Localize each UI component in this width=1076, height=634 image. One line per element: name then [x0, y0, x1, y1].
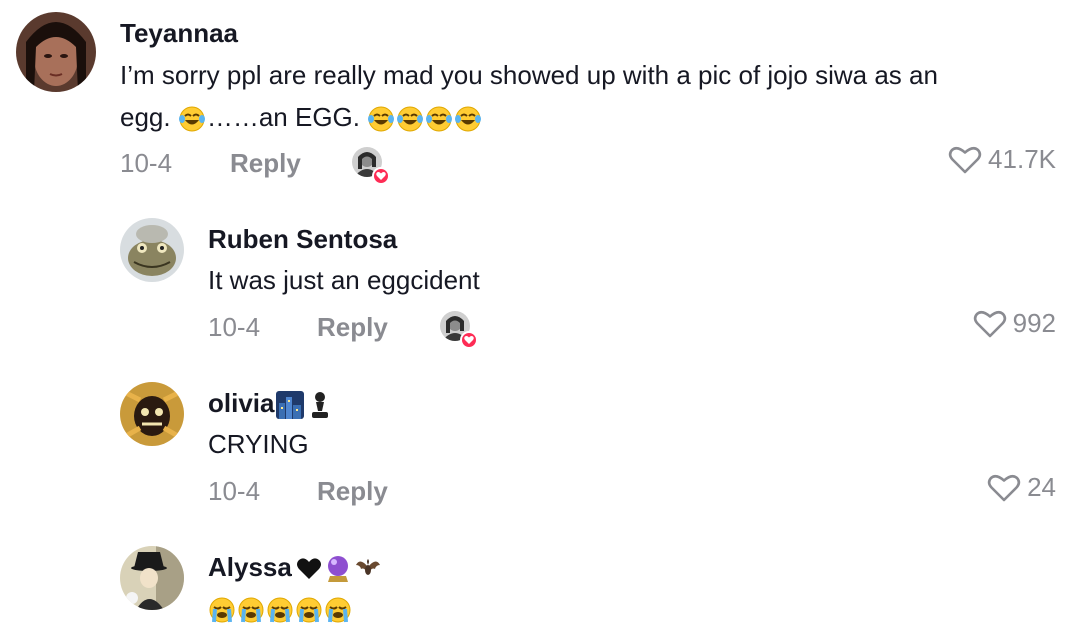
reply-button[interactable]: Reply	[317, 312, 388, 343]
bat-icon	[354, 555, 382, 583]
reply-button[interactable]: Reply	[230, 148, 301, 179]
heart-badge-icon	[460, 331, 478, 349]
avatar[interactable]	[120, 382, 184, 446]
like-count: 24	[1027, 472, 1056, 502]
avatar[interactable]	[16, 12, 96, 92]
comment-date: 10-4	[120, 148, 173, 178]
face-with-tears-of-joy-icon	[454, 105, 482, 133]
comment-text-line: egg. ……an EGG.	[120, 96, 483, 138]
creator-liked-badge	[352, 147, 390, 185]
like-button[interactable]: 992	[973, 308, 1056, 339]
face-with-tears-of-joy-icon	[396, 105, 424, 133]
chess-pawn-icon	[309, 391, 331, 419]
avatar[interactable]	[120, 218, 184, 282]
heart-outline-icon	[948, 146, 982, 173]
loudly-crying-face-icon	[208, 596, 236, 624]
creator-liked-badge	[440, 311, 478, 349]
comment-username-text: olivia	[208, 388, 275, 418]
comment-username[interactable]: olivia	[208, 388, 332, 420]
heart-badge-icon	[372, 167, 390, 185]
comment-text-line: I’m sorry ppl are really mad you showed …	[120, 60, 938, 90]
black-heart-icon	[296, 556, 322, 582]
face-with-tears-of-joy-icon	[425, 105, 453, 133]
comment-username-text: Alyssa	[208, 552, 292, 582]
face-with-tears-of-joy-icon	[367, 105, 395, 133]
like-count: 992	[1012, 308, 1056, 338]
crystal-ball-icon	[325, 555, 351, 583]
comment-text-fragment: egg.	[120, 102, 178, 132]
comment-username[interactable]: Ruben Sentosa	[208, 224, 397, 255]
comment-text: It was just an eggcident	[208, 265, 480, 295]
face-with-tears-of-joy-icon	[178, 105, 206, 133]
comment-text	[208, 587, 353, 629]
heart-outline-icon	[973, 310, 1006, 337]
loudly-crying-face-icon	[324, 596, 352, 624]
reply-button[interactable]: Reply	[317, 476, 388, 507]
like-count: 41.7K	[988, 144, 1056, 174]
comment-text-fragment: ……an EGG.	[206, 102, 368, 132]
like-button[interactable]: 24	[987, 472, 1056, 503]
comments-panel: Teyannaa I’m sorry ppl are really mad yo…	[0, 0, 1076, 634]
comment-text: CRYING	[208, 429, 309, 459]
loudly-crying-face-icon	[266, 596, 294, 624]
loudly-crying-face-icon	[237, 596, 265, 624]
comment-date: 10-4	[208, 312, 261, 342]
avatar[interactable]	[120, 546, 184, 610]
like-button[interactable]: 41.7K	[948, 144, 1056, 175]
heart-outline-icon	[987, 474, 1021, 501]
comment-date: 10-4	[208, 476, 261, 506]
loudly-crying-face-icon	[295, 596, 323, 624]
city-night-icon	[276, 391, 305, 420]
comment-username[interactable]: Teyannaa	[120, 18, 238, 49]
comment-username[interactable]: Alyssa	[208, 552, 383, 583]
